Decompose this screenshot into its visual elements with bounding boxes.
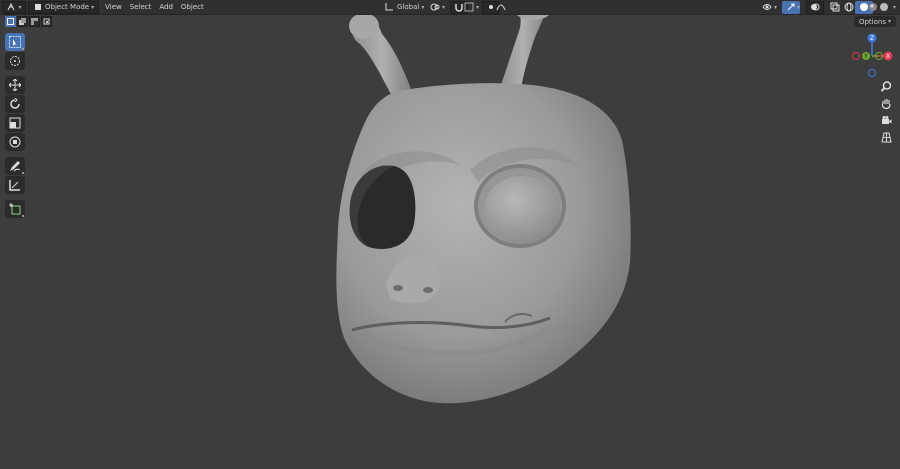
gizmo-dropdown[interactable]: ▾ (795, 2, 800, 13)
overlays-toggle[interactable] (806, 0, 824, 14)
snap-increment-icon (464, 2, 474, 12)
tool-add-cube[interactable] (5, 200, 25, 218)
pivot-point-dropdown[interactable]: ▾ (430, 2, 445, 13)
viewport-header: ▾ Object Mode ▾ View Select Add Object G… (0, 0, 900, 15)
tool-annotate[interactable] (5, 157, 25, 175)
tool-rotate[interactable] (5, 95, 25, 113)
sculpted-head-model[interactable] (336, 0, 631, 404)
mode-selector[interactable]: Object Mode ▾ (28, 0, 100, 14)
gizmo-z-label: Z (870, 35, 874, 42)
gizmo-y-label: Y (863, 53, 868, 60)
zoom-button[interactable] (877, 78, 895, 94)
select-extend-button[interactable] (17, 16, 28, 27)
perspective-toggle-button[interactable] (877, 129, 895, 145)
scale-icon (9, 117, 21, 129)
tool-scale[interactable] (5, 114, 25, 132)
shading-rendered[interactable] (879, 2, 889, 13)
tool-options-indicator (22, 215, 24, 217)
viewport[interactable] (0, 0, 900, 469)
tool-cursor[interactable] (5, 52, 25, 70)
magnifier-icon (880, 80, 891, 92)
tool-move[interactable] (5, 76, 25, 94)
viewport-navigation (877, 78, 895, 146)
material-sphere-icon (869, 3, 877, 11)
gizmo-neg-x-axis[interactable] (852, 52, 860, 60)
shading-wireframe[interactable] (844, 2, 854, 13)
camera-view-button[interactable] (877, 112, 895, 128)
navigation-gizmo[interactable]: Z X Y (850, 30, 898, 80)
magnet-icon (455, 4, 463, 12)
gizmo-x-label: X (886, 53, 890, 60)
menu-select[interactable]: Select (128, 2, 158, 13)
object-mode-icon (35, 4, 41, 10)
pivot-icon (430, 3, 440, 11)
shading-dropdown[interactable]: ▾ (891, 2, 896, 13)
move-arrows-icon (9, 79, 21, 91)
chevron-down-icon: ▾ (774, 3, 778, 11)
xray-toggle[interactable] (830, 2, 840, 13)
tool-options-indicator (22, 172, 24, 174)
3d-cursor-icon (10, 56, 20, 66)
snap-target-dropdown[interactable]: ▾ (464, 2, 479, 13)
chevron-down-icon: ▾ (91, 3, 95, 11)
proportional-edit-icon (489, 5, 493, 9)
menu-add[interactable]: Add (157, 2, 179, 13)
chevron-down-icon: ▾ (893, 3, 897, 11)
falloff-dropdown[interactable] (496, 2, 506, 13)
select-intersect-button[interactable] (41, 16, 52, 27)
menu-view[interactable]: View (99, 2, 128, 13)
eye-icon (762, 4, 772, 10)
tool-options-indicator (22, 48, 24, 50)
chevron-down-icon: ▾ (421, 3, 425, 11)
overlays-icon (811, 3, 820, 11)
select-new-icon (7, 18, 14, 25)
chevron-down-icon: ▾ (18, 3, 22, 11)
select-intersect-icon (43, 18, 50, 25)
mode-label: Object Mode (45, 3, 90, 11)
hand-icon (881, 98, 891, 109)
xray-icon (830, 2, 840, 12)
grid-perspective-icon (880, 132, 892, 142)
chevron-down-icon: ▾ (797, 3, 801, 11)
shading-material[interactable] (868, 2, 878, 13)
select-extend-icon (19, 18, 26, 25)
falloff-curve-icon (496, 4, 506, 11)
chevron-down-icon: ▾ (442, 3, 446, 11)
chevron-down-icon: ▾ (887, 18, 891, 25)
viewport-editor-icon (8, 2, 15, 11)
orientation-axis-icon (385, 3, 393, 11)
tool-measure[interactable] (5, 176, 25, 194)
transform-orientation-dropdown[interactable]: Global ▾ (384, 2, 424, 13)
options-label: Options (858, 17, 886, 26)
gizmo-neg-z-axis[interactable] (868, 69, 876, 77)
select-new-button[interactable] (5, 16, 16, 27)
tool-select-box[interactable] (5, 33, 25, 51)
editor-type-button[interactable]: ▾ (2, 0, 26, 14)
wireframe-sphere-icon (844, 2, 854, 12)
transform-icon (9, 136, 21, 148)
add-cube-icon (9, 203, 21, 215)
orientation-label: Global (397, 3, 420, 11)
chevron-down-icon: ▾ (476, 3, 480, 11)
visibility-dropdown[interactable]: ▾ (762, 2, 777, 13)
annotate-pencil-icon (10, 161, 21, 172)
options-dropdown[interactable]: Options ▾ (853, 16, 896, 27)
cursor-arrow-icon (9, 36, 21, 48)
selection-mode-bar (5, 16, 53, 27)
tool-shelf (5, 33, 25, 219)
camera-icon (881, 115, 891, 124)
pan-button[interactable] (877, 95, 895, 111)
measure-ruler-icon (9, 180, 20, 191)
select-subtract-button[interactable] (29, 16, 40, 27)
select-subtract-icon (31, 18, 38, 25)
rotate-icon (10, 98, 20, 109)
tool-transform[interactable] (5, 133, 25, 151)
rendered-sphere-icon (880, 3, 888, 11)
menu-object[interactable]: Object (179, 2, 210, 13)
